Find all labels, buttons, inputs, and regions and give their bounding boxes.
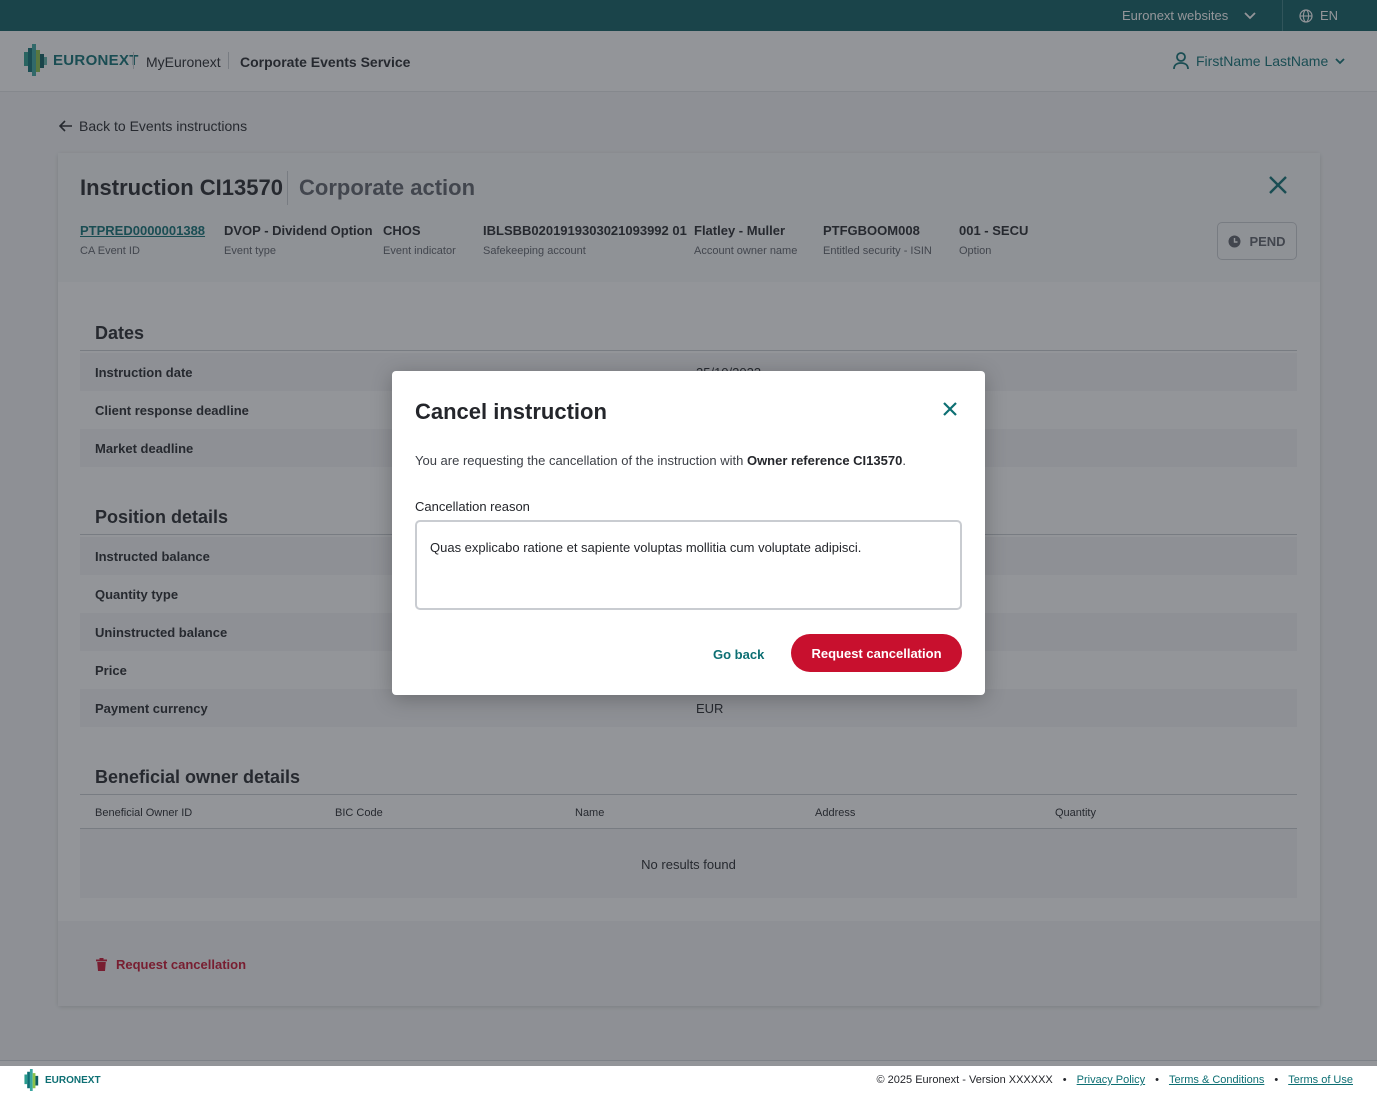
bullet-separator: •: [1155, 1074, 1159, 1086]
dialog-description: You are requesting the cancellation of t…: [415, 453, 906, 468]
owner-reference: Owner reference CI13570: [746, 453, 903, 468]
dialog-title: Cancel instruction: [415, 399, 607, 424]
cancellation-reason-field[interactable]: Quas explicabo ratione et sapiente volup…: [415, 520, 962, 610]
go-back-button[interactable]: Go back: [713, 647, 764, 662]
bullet-separator: •: [1274, 1074, 1279, 1086]
footer-logo: EURONEXT: [23, 1069, 101, 1091]
desc-prefix: You are requesting the cancellation of t…: [415, 453, 747, 468]
close-icon: [943, 402, 957, 416]
desc-suffix: .: [902, 453, 906, 468]
footer-logo-text: EURONEXT: [45, 1074, 101, 1086]
terms-conditions-link[interactable]: Terms & Conditions: [1169, 1074, 1264, 1086]
bullet-separator: •: [1062, 1074, 1067, 1086]
request-cancellation-button[interactable]: Request cancellation: [791, 634, 962, 672]
copyright: © 2025 Euronext - Version XXXXXX: [876, 1074, 1053, 1086]
euronext-logo-mark: [24, 1069, 39, 1091]
cancellation-reason-label: Cancellation reason: [415, 499, 530, 514]
privacy-policy-link[interactable]: Privacy Policy: [1077, 1074, 1145, 1086]
cancel-instruction-dialog: Cancel instruction You are requesting th…: [392, 371, 985, 695]
terms-of-use-link[interactable]: Terms of Use: [1288, 1074, 1353, 1086]
dialog-close-button[interactable]: [942, 401, 958, 420]
footer-links: © 2025 Euronext - Version XXXXXX • Priva…: [877, 1074, 1353, 1086]
